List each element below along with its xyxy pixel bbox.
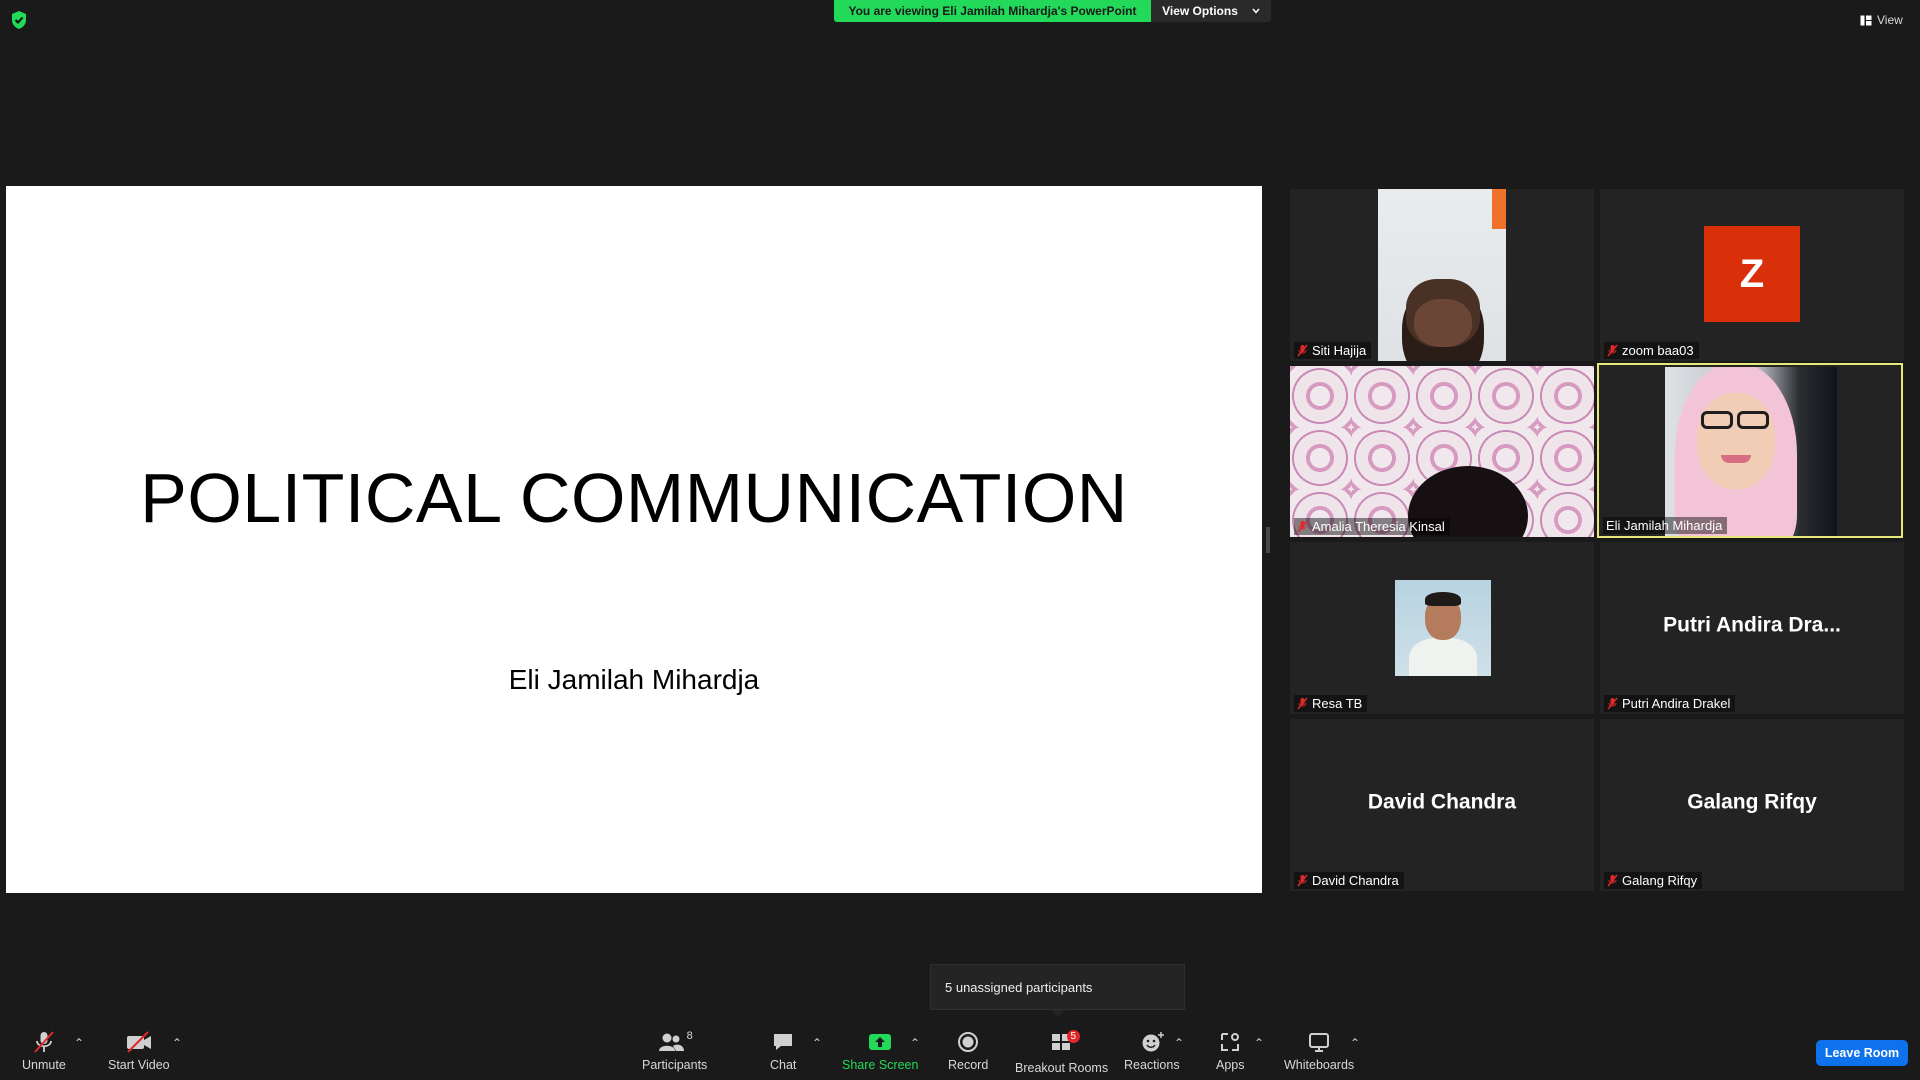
split-resize-handle[interactable]	[1266, 527, 1270, 553]
participant-tile[interactable]: Galang Rifqy Galang Rifqy	[1600, 719, 1904, 891]
share-options-caret[interactable]: ⌃	[910, 1036, 920, 1050]
whiteboard-icon	[1309, 1033, 1330, 1052]
mic-muted-icon	[1607, 874, 1618, 887]
mic-muted-icon	[1607, 344, 1618, 357]
slide-title: POLITICAL COMMUNICATION	[140, 459, 1128, 537]
mic-muted-icon	[1297, 520, 1308, 533]
share-screen-label: Share Screen	[842, 1058, 919, 1072]
apps-icon	[1221, 1033, 1240, 1051]
tooltip-arrow	[1051, 1010, 1065, 1017]
reactions-options-caret[interactable]: ⌃	[1174, 1036, 1184, 1050]
shared-slide: POLITICAL COMMUNICATION Eli Jamilah Miha…	[6, 186, 1262, 893]
leave-room-button[interactable]: Leave Room	[1816, 1040, 1908, 1066]
mic-muted-icon	[1297, 874, 1308, 887]
participant-video	[1290, 366, 1594, 537]
view-layout-button[interactable]: View	[1860, 10, 1903, 30]
participant-name-label: David Chandra	[1294, 872, 1404, 889]
share-screen-button[interactable]: Share Screen	[842, 1030, 918, 1072]
unmute-label: Unmute	[22, 1058, 66, 1072]
chevron-down-icon	[1252, 8, 1260, 14]
breakout-rooms-label: Breakout Rooms	[1015, 1061, 1109, 1075]
participant-name: Galang Rifqy	[1622, 873, 1698, 888]
participant-name: Siti Hajija	[1312, 343, 1367, 358]
participant-photo	[1395, 580, 1491, 676]
chat-button[interactable]: Chat	[770, 1030, 796, 1072]
video-options-caret[interactable]: ⌃	[172, 1036, 182, 1050]
participant-name-label: Amalia Theresia Kinsal	[1294, 518, 1450, 535]
start-video-button[interactable]: Start Video	[108, 1030, 170, 1072]
leave-room-label: Leave Room	[1824, 1046, 1900, 1060]
participant-avatar: Z	[1704, 226, 1800, 322]
participant-display-name: Galang Rifqy	[1687, 790, 1817, 814]
apps-button[interactable]: Apps	[1216, 1030, 1245, 1072]
participant-name-label: Putri Andira Drakel	[1604, 695, 1736, 712]
participant-tile-active-speaker[interactable]: Eli Jamilah Mihardja	[1597, 363, 1903, 538]
participant-video	[1378, 189, 1506, 361]
chat-options-caret[interactable]: ⌃	[812, 1036, 822, 1050]
participants-label: Participants	[642, 1058, 708, 1072]
participant-tile[interactable]: Z zoom baa03	[1600, 189, 1904, 361]
breakout-rooms-button[interactable]: 5 Breakout Rooms	[1015, 1030, 1108, 1075]
breakout-tooltip: 5 unassigned participants	[930, 964, 1185, 1010]
record-label: Record	[948, 1058, 989, 1072]
tooltip-text: 5 unassigned participants	[945, 979, 1093, 995]
mic-muted-icon	[1607, 697, 1618, 710]
participant-name-label: Galang Rifqy	[1604, 872, 1703, 889]
security-shield-icon[interactable]	[10, 10, 28, 30]
participant-name: zoom baa03	[1622, 343, 1694, 358]
reactions-button[interactable]: Reactions	[1124, 1030, 1180, 1072]
participant-name: Putri Andira Drakel	[1622, 696, 1731, 711]
participant-tile[interactable]: Putri Andira Dra... Putri Andira Drakel	[1600, 542, 1904, 714]
participant-display-name: Putri Andira Dra...	[1663, 613, 1841, 637]
participants-button[interactable]: 8 Participants	[642, 1030, 707, 1072]
breakout-badge: 5	[1066, 1030, 1081, 1043]
grid-layout-icon	[1860, 15, 1872, 25]
viewing-share-banner: You are viewing Eli Jamilah Mihardja's P…	[834, 0, 1151, 22]
share-screen-icon	[869, 1034, 892, 1050]
reactions-label: Reactions	[1124, 1058, 1180, 1072]
participant-name: David Chandra	[1312, 873, 1399, 888]
record-icon	[958, 1032, 979, 1052]
mic-muted-icon	[1297, 697, 1308, 710]
participant-tile[interactable]: Siti Hajija	[1290, 189, 1594, 361]
participants-icon-wrap: 8	[657, 1030, 693, 1058]
apps-options-caret[interactable]: ⌃	[1254, 1036, 1264, 1050]
view-label: View	[1877, 13, 1903, 27]
avatar-letter: Z	[1739, 251, 1765, 296]
whiteboards-label: Whiteboards	[1284, 1058, 1355, 1072]
participant-name: Eli Jamilah Mihardja	[1606, 518, 1723, 533]
apps-label: Apps	[1216, 1058, 1245, 1072]
participant-name-label: Resa TB	[1294, 695, 1368, 712]
breakout-icon-wrap: 5	[1049, 1030, 1081, 1061]
participants-count: 8	[686, 1030, 693, 1042]
whiteboards-options-caret[interactable]: ⌃	[1350, 1036, 1360, 1050]
video-off-icon	[126, 1031, 151, 1053]
audio-options-caret[interactable]: ⌃	[74, 1036, 84, 1050]
participant-tile[interactable]: Amalia Theresia Kinsal	[1290, 366, 1594, 537]
chat-label: Chat	[770, 1058, 797, 1072]
whiteboards-button[interactable]: Whiteboards	[1284, 1030, 1354, 1072]
slide-author: Eli Jamilah Mihardja	[508, 664, 760, 695]
start-video-label: Start Video	[108, 1058, 170, 1072]
participant-name-label: Eli Jamilah Mihardja	[1603, 517, 1728, 534]
record-button[interactable]: Record	[948, 1030, 988, 1072]
chat-icon	[774, 1034, 793, 1050]
participant-name: Amalia Theresia Kinsal	[1312, 519, 1445, 534]
participant-tile[interactable]: Resa TB	[1290, 542, 1594, 714]
participant-display-name: David Chandra	[1367, 790, 1517, 814]
viewing-banner-text: You are viewing Eli Jamilah Mihardja's P…	[848, 4, 1137, 18]
mic-muted-icon	[34, 1031, 54, 1053]
view-options-label: View Options	[1162, 4, 1238, 18]
mic-muted-icon	[1297, 344, 1308, 357]
reactions-icon	[1142, 1032, 1164, 1052]
participants-icon	[658, 1033, 684, 1051]
unmute-button[interactable]: Unmute	[22, 1030, 66, 1072]
participant-video	[1665, 367, 1837, 536]
participant-tile[interactable]: David Chandra David Chandra	[1290, 719, 1594, 891]
participant-name-label: zoom baa03	[1604, 342, 1699, 359]
participant-name-label: Siti Hajija	[1294, 342, 1372, 359]
participant-name: Resa TB	[1312, 696, 1363, 711]
view-options-button[interactable]: View Options	[1151, 0, 1271, 22]
